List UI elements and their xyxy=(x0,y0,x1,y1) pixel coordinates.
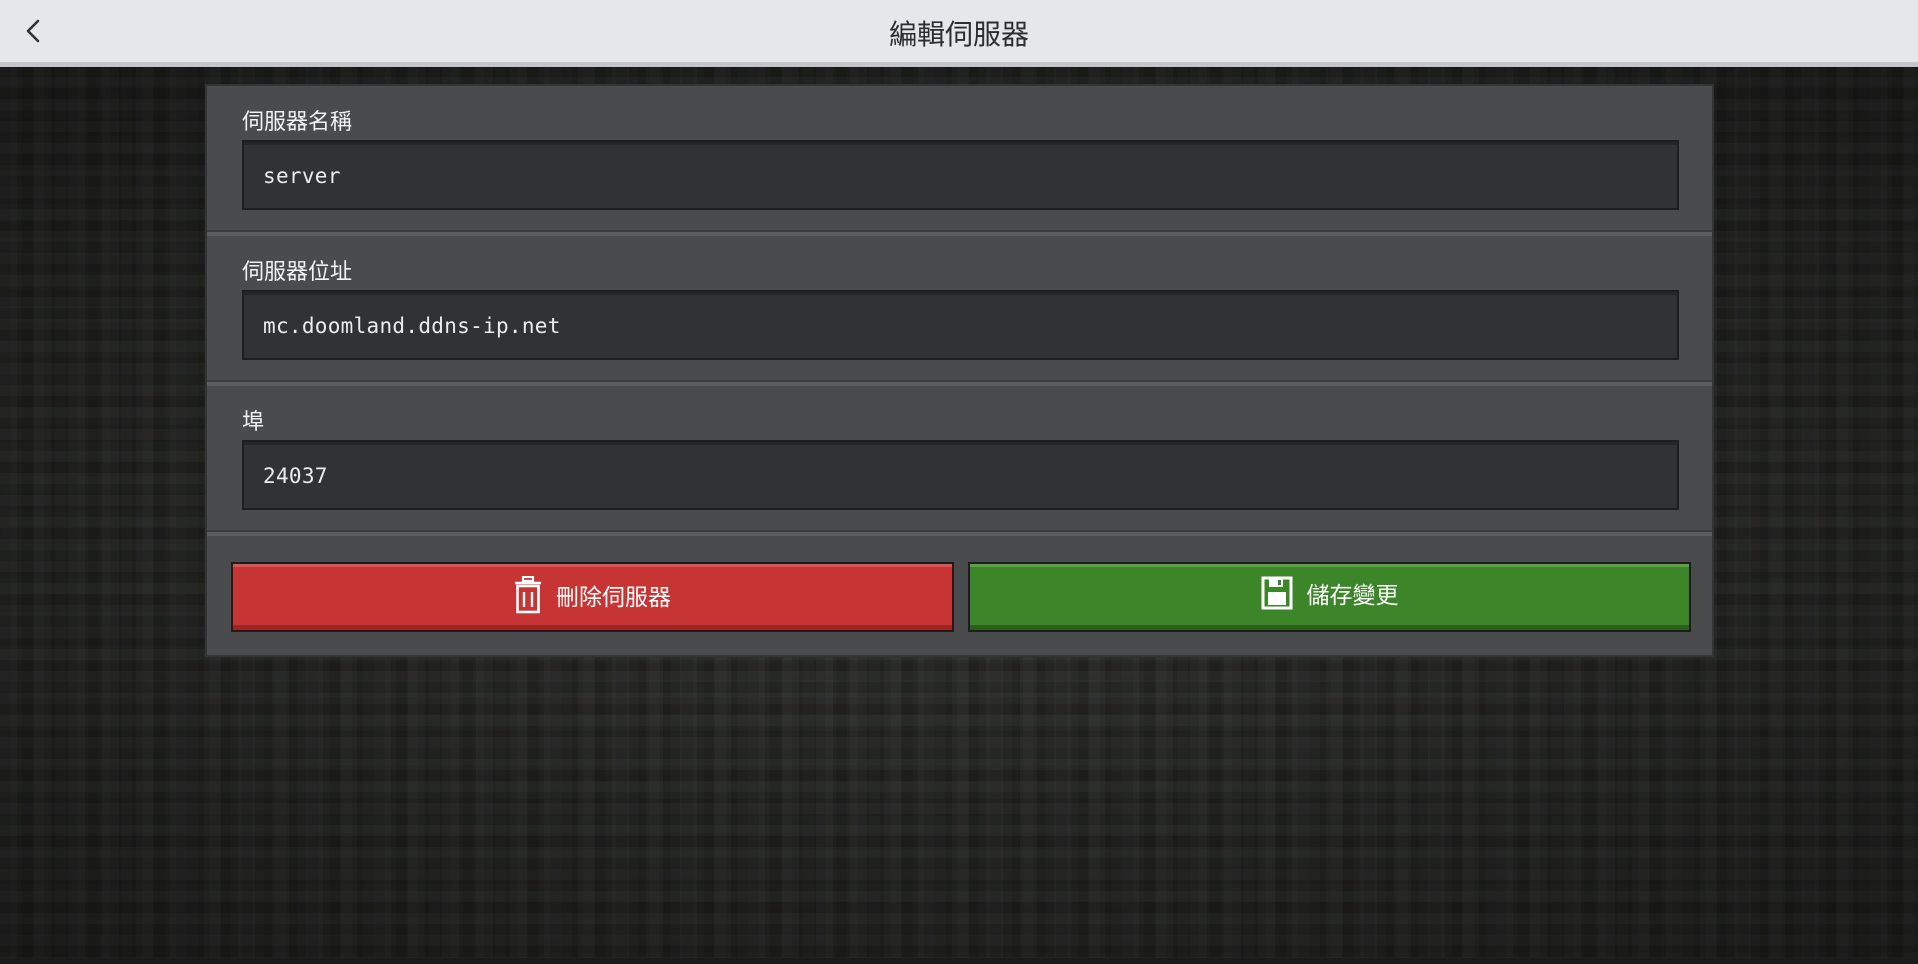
save-changes-button[interactable]: 儲存變更 xyxy=(968,562,1691,632)
trash-icon xyxy=(515,576,541,614)
server-name-value: server xyxy=(263,164,341,188)
port-section: 埠 24037 xyxy=(207,386,1712,536)
port-value: 24037 xyxy=(263,464,328,488)
server-name-label: 伺服器名稱 xyxy=(242,110,353,135)
edit-server-panel: 伺服器名稱 server 伺服器位址 mc.doomland.ddns-ip.n… xyxy=(205,84,1714,657)
top-bar: 編輯伺服器 xyxy=(0,0,1918,67)
bottom-edge xyxy=(0,958,1918,964)
server-address-section: 伺服器位址 mc.doomland.ddns-ip.net xyxy=(207,236,1712,386)
page-title: 編輯伺服器 xyxy=(888,18,1029,51)
save-changes-label: 儲存變更 xyxy=(1306,583,1399,609)
server-address-label: 伺服器位址 xyxy=(242,260,353,285)
port-label: 埠 xyxy=(242,410,265,435)
action-buttons: 刪除伺服器 儲存變更 xyxy=(231,562,1691,632)
delete-server-label: 刪除伺服器 xyxy=(556,585,671,611)
delete-server-button[interactable]: 刪除伺服器 xyxy=(231,562,954,632)
server-name-input[interactable]: server xyxy=(242,140,1679,210)
port-input[interactable]: 24037 xyxy=(242,440,1679,510)
server-name-section: 伺服器名稱 server xyxy=(207,86,1712,236)
server-address-input[interactable]: mc.doomland.ddns-ip.net xyxy=(242,290,1679,360)
save-icon xyxy=(1261,576,1292,610)
server-address-value: mc.doomland.ddns-ip.net xyxy=(263,314,561,338)
